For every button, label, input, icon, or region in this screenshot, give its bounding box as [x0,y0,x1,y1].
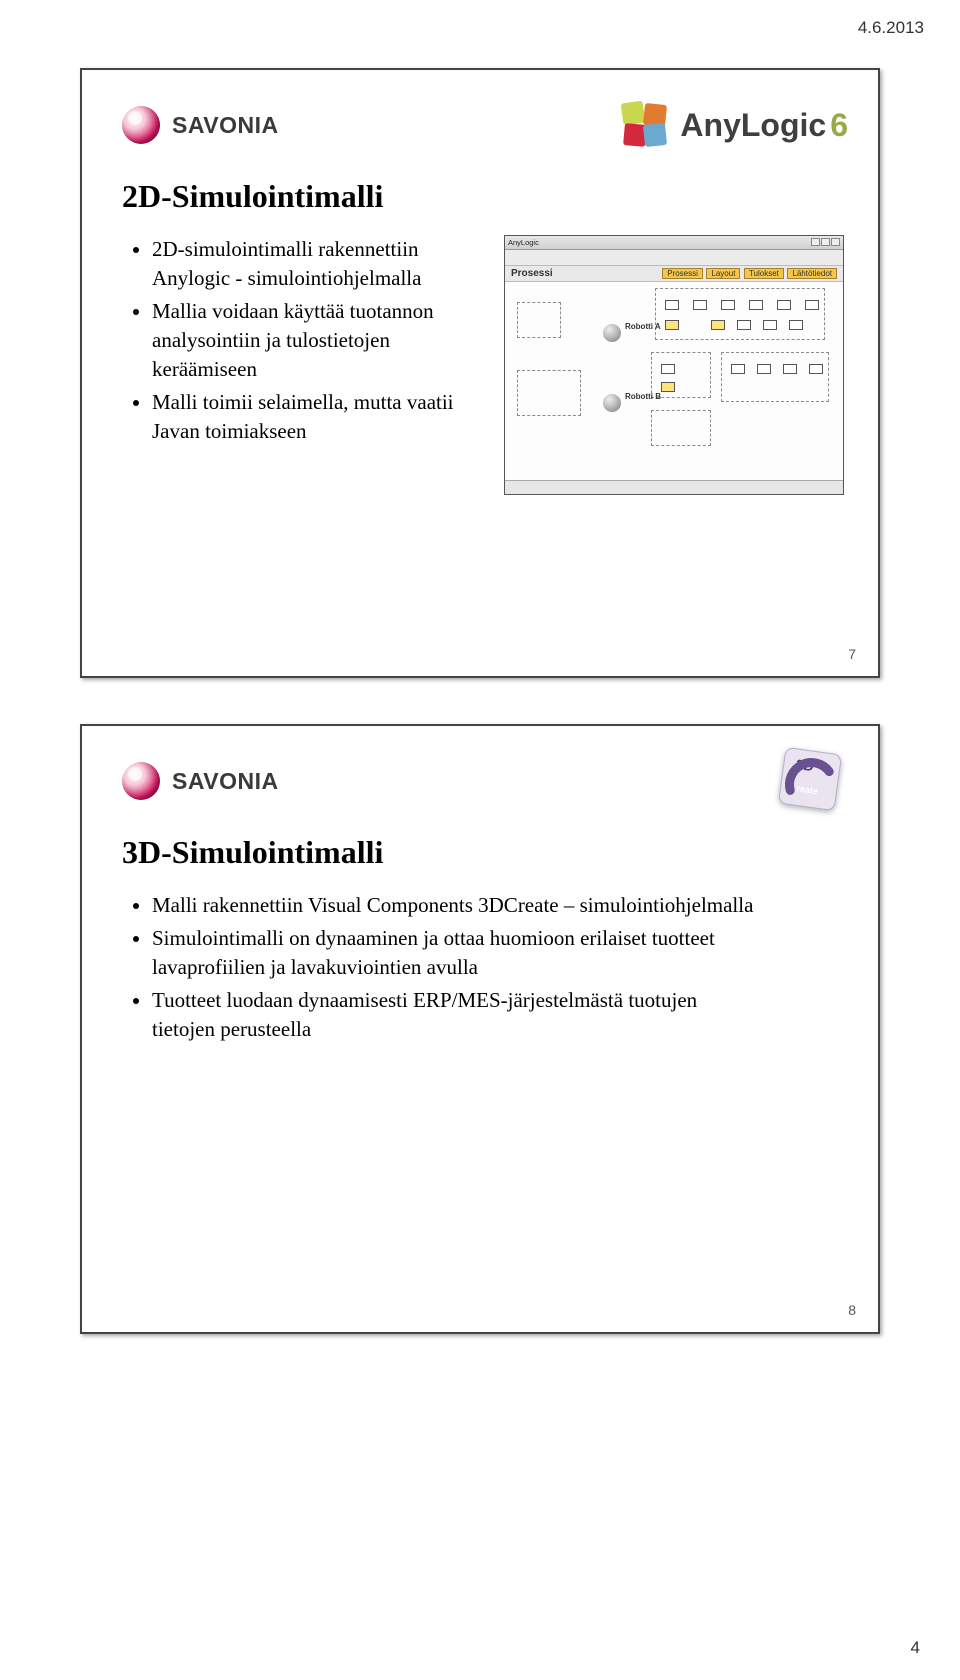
process-block [711,320,725,330]
bullet-item: Tuotteet luodaan dynaamisesti ERP/MES-jä… [152,986,762,1044]
slide-header: SAVONIA AnyLogic6 [122,94,848,156]
tab-prosessi[interactable]: Prosessi [662,268,703,279]
slide-header: SAVONIA 3D reate [122,750,848,812]
anylogic-screenshot: AnyLogic Prosessi Prosessi Layout Tuloks… [504,235,844,495]
dashed-box [517,370,581,416]
process-block [693,300,707,310]
process-block [661,364,675,374]
process-block [737,320,751,330]
robot-node-icon [603,394,621,412]
dashed-box [655,288,825,340]
process-block [783,364,797,374]
tab-layout[interactable]: Layout [706,268,740,279]
slide-title: 2D-Simulointimalli [122,178,848,215]
slide-2d-simulointimalli: SAVONIA AnyLogic6 2D-Simulointimalli [80,68,880,678]
savonia-wordmark: SAVONIA [172,768,279,795]
process-block [763,320,777,330]
slide-3d-simulointimalli: SAVONIA 3D reate 3D-Simulointimalli [80,724,880,1334]
anylogic-logo: AnyLogic6 [620,100,848,150]
tab-group: Prosessi Layout Tulokset Lähtötiedot [661,268,837,279]
page-number: 4 [911,1638,920,1658]
3dcreate-logo: 3D reate [772,741,848,817]
tab-tulokset[interactable]: Tulokset [744,268,784,279]
dashed-box [517,302,561,338]
savonia-swirl-icon [122,762,160,800]
slide-body: 2D-simulointimalli rakennettiin Anylogic… [122,235,848,495]
savonia-wordmark: SAVONIA [172,112,279,139]
window-titlebar: AnyLogic [505,236,843,250]
savonia-logo: SAVONIA [122,762,279,800]
window-buttons [810,238,840,248]
anylogic-wordmark: AnyLogic6 [680,107,848,144]
savonia-swirl-icon [122,106,160,144]
window-statusbar [505,480,843,494]
process-block [805,300,819,310]
process-canvas: Robotti A Robotti B [505,282,843,480]
process-block [665,320,679,330]
process-block [661,382,675,392]
date-text: 4.6.2013 [858,18,924,38]
dashed-box [721,352,829,402]
window-title: AnyLogic [508,238,539,247]
process-block [749,300,763,310]
robot-b-label: Robotti B [625,392,661,401]
bullet-list: Malli rakennettiin Visual Components 3DC… [122,891,762,1044]
bullet-item: Mallia voidaan käyttää tuotannon analyso… [152,297,482,384]
bullet-item: Malli rakennettiin Visual Components 3DC… [152,891,762,920]
robot-node-icon [603,324,621,342]
tab-title: Prosessi [511,268,553,279]
slide-number: 7 [848,646,856,662]
slide-number: 8 [848,1302,856,1318]
process-block [789,320,803,330]
tab-lahtotiedot[interactable]: Lähtötiedot [787,268,837,279]
window-toolbar [505,250,843,266]
slide-title: 3D-Simulointimalli [122,834,848,871]
process-block [809,364,823,374]
process-block [665,300,679,310]
process-block [777,300,791,310]
3dcreate-icon: 3D reate [772,741,848,817]
dashed-box [651,410,711,446]
bullet-item: 2D-simulointimalli rakennettiin Anylogic… [152,235,482,293]
bullet-item: Malli toimii selaimella, mutta vaatii Ja… [152,388,482,446]
process-block [757,364,771,374]
page-sheet: 4.6.2013 SAVONIA AnyLogic6 [0,0,960,1680]
process-block [731,364,745,374]
tab-bar: Prosessi Prosessi Layout Tulokset Lähtöt… [505,266,843,282]
bullet-item: Simulointimalli on dynaaminen ja ottaa h… [152,924,762,982]
robot-a-label: Robotti A [625,322,661,331]
anylogic-puzzle-icon [620,100,670,150]
process-block [721,300,735,310]
bullet-list: 2D-simulointimalli rakennettiin Anylogic… [122,235,482,495]
savonia-logo: SAVONIA [122,106,279,144]
